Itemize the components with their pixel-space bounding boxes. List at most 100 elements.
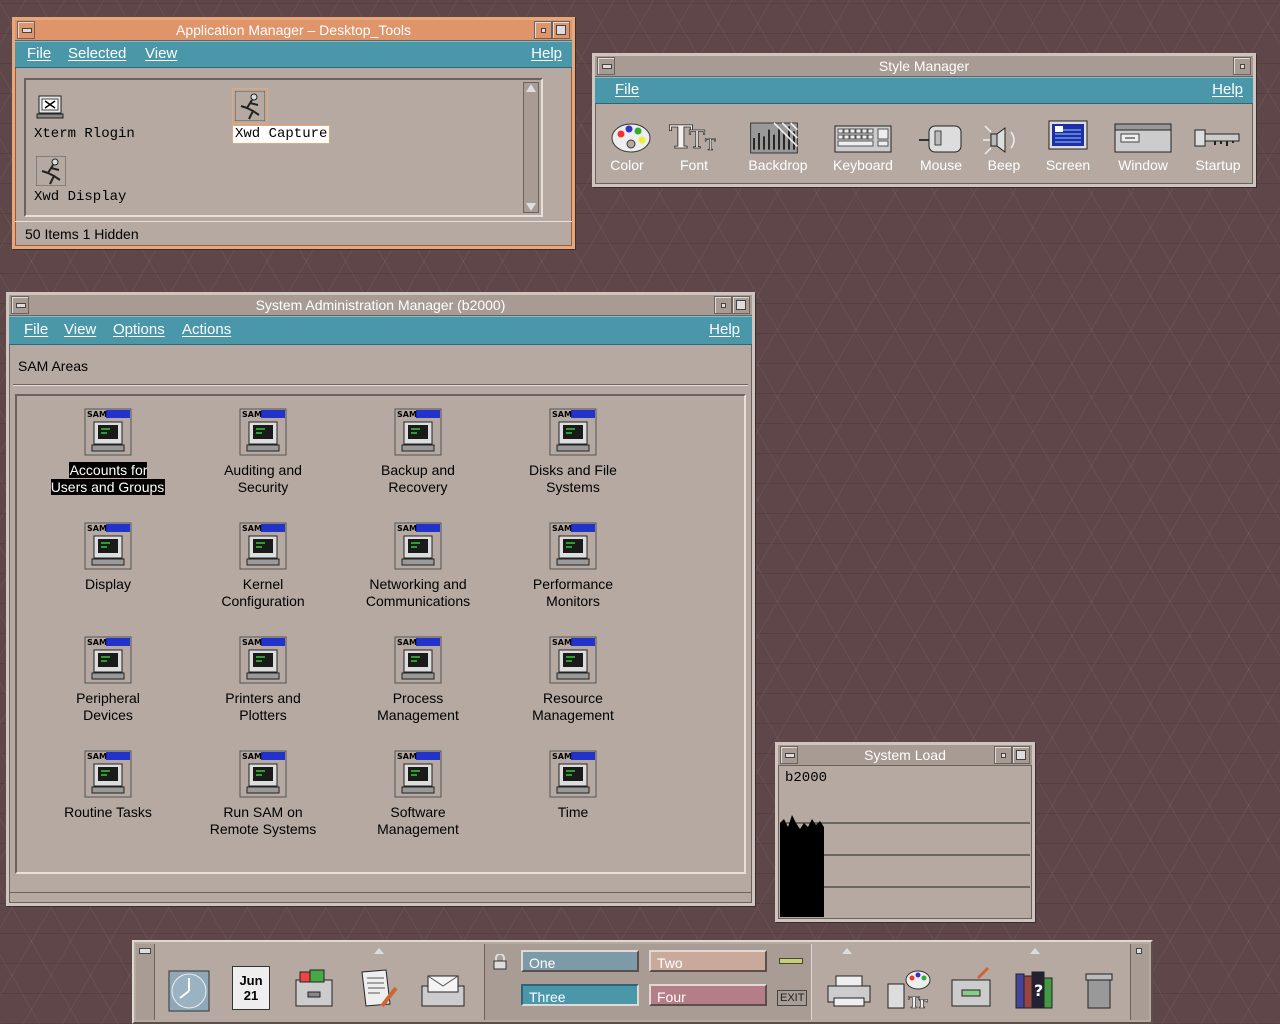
- sam-area-label[interactable]: Peripheral Devices: [33, 690, 183, 724]
- sam-area-label[interactable]: Software Management: [343, 804, 493, 838]
- menu-help[interactable]: Help: [531, 41, 562, 67]
- minimize-button[interactable]: [714, 296, 732, 314]
- system-load-titlebar[interactable]: System Load: [778, 745, 1032, 766]
- minimize-button[interactable]: [994, 746, 1012, 764]
- font-icon[interactable]: T T T: [669, 118, 719, 158]
- exit-button[interactable]: EXIT: [777, 990, 808, 1006]
- tool-color-label[interactable]: Color: [605, 157, 649, 173]
- sam-area-label[interactable]: Backup and Recovery: [343, 462, 493, 496]
- panel-menu-icon[interactable]: [139, 948, 151, 954]
- text-editor-icon[interactable]: [356, 966, 400, 1010]
- kernel-icon[interactable]: SAM: [239, 522, 287, 570]
- window-menu-button[interactable]: [780, 746, 798, 764]
- sam-area-label[interactable]: Accounts for Users and Groups: [33, 462, 183, 496]
- lock-icon[interactable]: [493, 954, 507, 970]
- subpanel-arrow-icon[interactable]: [374, 948, 384, 954]
- sam-area-item[interactable]: SAM Disks and File Systems: [498, 408, 648, 516]
- runner-icon[interactable]: [235, 91, 265, 121]
- startup-key-icon[interactable]: [1193, 120, 1243, 160]
- printer-icon[interactable]: [826, 974, 872, 1010]
- maximize-button[interactable]: [552, 21, 570, 39]
- terminal-icon[interactable]: [36, 94, 66, 120]
- sam-area-item[interactable]: SAM Accounts for Users and Groups: [33, 408, 183, 516]
- file-manager-icon[interactable]: [292, 966, 336, 1010]
- subpanel-arrow-icon[interactable]: [842, 948, 852, 954]
- sam-area-item[interactable]: SAM Time: [498, 750, 648, 858]
- beep-speaker-icon[interactable]: [981, 120, 1031, 160]
- screen-icon[interactable]: [1043, 118, 1093, 158]
- audit-icon[interactable]: SAM: [239, 408, 287, 456]
- menu-help[interactable]: Help: [1212, 77, 1243, 103]
- sam-area-label[interactable]: Auditing and Security: [188, 462, 338, 496]
- sam-area-item[interactable]: SAM Software Management: [343, 750, 493, 858]
- runner-icon[interactable]: [36, 156, 66, 186]
- backdrop-icon[interactable]: [749, 118, 799, 158]
- help-manager-icon[interactable]: ?: [1012, 970, 1056, 1010]
- menu-actions[interactable]: Actions: [182, 316, 231, 344]
- sam-area-label[interactable]: Process Management: [343, 690, 493, 724]
- mail-icon[interactable]: [418, 972, 468, 1010]
- vertical-scrollbar[interactable]: [523, 82, 539, 213]
- users-icon[interactable]: SAM: [84, 408, 132, 456]
- menu-file[interactable]: File: [615, 77, 639, 103]
- sam-area-label[interactable]: Display: [33, 576, 183, 593]
- workspace-four-button[interactable]: Four: [649, 984, 767, 1006]
- display-icon[interactable]: SAM: [84, 522, 132, 570]
- menu-view[interactable]: View: [64, 316, 96, 344]
- sam-area-label[interactable]: Time: [498, 804, 648, 821]
- sam-area-item[interactable]: SAM Printers and Plotters: [188, 636, 338, 744]
- sam-area-item[interactable]: SAM Resource Management: [498, 636, 648, 744]
- sam-area-item[interactable]: SAM Run SAM on Remote Systems: [188, 750, 338, 858]
- tool-backdrop-label[interactable]: Backdrop: [739, 157, 817, 173]
- minimize-button[interactable]: [1233, 57, 1251, 75]
- maximize-button[interactable]: [1012, 746, 1030, 764]
- tool-mouse-label[interactable]: Mouse: [913, 157, 969, 173]
- minimize-panel-icon[interactable]: [1136, 948, 1142, 954]
- process-icon[interactable]: SAM: [394, 636, 442, 684]
- sam-area-item[interactable]: SAM Kernel Configuration: [188, 522, 338, 630]
- style-manager-launcher-icon[interactable]: Tr: [886, 968, 934, 1012]
- peripheral-icon[interactable]: SAM: [84, 636, 132, 684]
- sam-area-label[interactable]: Disks and File Systems: [498, 462, 648, 496]
- window-menu-button[interactable]: [11, 296, 29, 314]
- panel-handle-right[interactable]: [1130, 944, 1149, 1020]
- sam-area-label[interactable]: Performance Monitors: [498, 576, 648, 610]
- software-icon[interactable]: SAM: [394, 750, 442, 798]
- menu-help[interactable]: Help: [709, 316, 740, 344]
- maximize-button[interactable]: [732, 296, 750, 314]
- resource-icon[interactable]: SAM: [549, 636, 597, 684]
- disks-icon[interactable]: SAM: [549, 408, 597, 456]
- style-manager-titlebar[interactable]: Style Manager: [595, 56, 1253, 77]
- printer-icon[interactable]: SAM: [239, 636, 287, 684]
- xterm-rlogin-label[interactable]: Xterm Rlogin: [34, 126, 135, 143]
- sam-area-label[interactable]: Networking and Communications: [343, 576, 493, 610]
- sam-titlebar[interactable]: System Administration Manager (b2000): [9, 295, 752, 316]
- sam-area-label[interactable]: Printers and Plotters: [188, 690, 338, 724]
- sam-area-item[interactable]: SAM Performance Monitors: [498, 522, 648, 630]
- sam-area-item[interactable]: SAM Auditing and Security: [188, 408, 338, 516]
- clock-icon[interactable]: [168, 970, 210, 1012]
- minimize-button[interactable]: [534, 21, 552, 39]
- panel-handle-left[interactable]: [136, 944, 155, 1020]
- tool-keyboard-label[interactable]: Keyboard: [825, 157, 901, 173]
- scroll-up-arrow-icon[interactable]: [526, 84, 536, 92]
- remote-icon[interactable]: SAM: [239, 750, 287, 798]
- sam-area-item[interactable]: SAM Routine Tasks: [33, 750, 183, 858]
- workspace-three-button[interactable]: Three: [521, 984, 639, 1006]
- sam-area-item[interactable]: SAM Process Management: [343, 636, 493, 744]
- backup-icon[interactable]: SAM: [394, 408, 442, 456]
- tool-beep-label[interactable]: Beep: [979, 157, 1029, 173]
- scroll-down-arrow-icon[interactable]: [526, 203, 536, 211]
- tool-window-label[interactable]: Window: [1107, 157, 1179, 173]
- calendar-icon[interactable]: Jun 21: [232, 966, 270, 1010]
- xwd-capture-label[interactable]: Xwd Capture: [232, 125, 331, 144]
- menu-selected[interactable]: Selected: [68, 41, 126, 67]
- menu-view[interactable]: View: [145, 41, 177, 67]
- sam-area-item[interactable]: SAM Networking and Communications: [343, 522, 493, 630]
- sam-area-label[interactable]: Resource Management: [498, 690, 648, 724]
- sam-area-label[interactable]: Routine Tasks: [33, 804, 183, 821]
- network-icon[interactable]: SAM: [394, 522, 442, 570]
- menu-file[interactable]: File: [27, 41, 51, 67]
- menu-file[interactable]: File: [24, 316, 48, 344]
- window-icon[interactable]: [1113, 120, 1173, 160]
